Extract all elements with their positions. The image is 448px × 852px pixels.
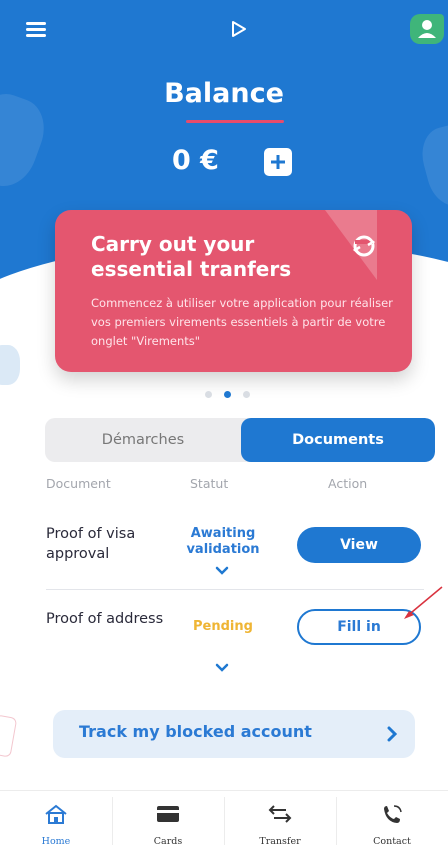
menu-icon[interactable] <box>26 22 46 38</box>
add-funds-button[interactable] <box>264 148 292 176</box>
transfer-icon <box>268 805 292 823</box>
track-label: Track my blocked account <box>79 722 312 741</box>
carousel-indicator <box>205 391 250 399</box>
row-divider <box>46 589 424 590</box>
bottom-navigation: Home Cards Transfer Contact <box>0 790 448 852</box>
carousel-dot-active[interactable] <box>224 391 231 398</box>
chevron-down-icon[interactable] <box>215 663 229 672</box>
nav-label: Home <box>41 836 71 847</box>
column-header-status: Statut <box>190 476 229 491</box>
chevron-right-icon <box>387 726 398 742</box>
balance-title: Balance <box>164 78 284 109</box>
decorative-shape <box>415 118 448 212</box>
decorative-shape <box>0 714 18 758</box>
nav-item-transfer[interactable]: Transfer <box>224 791 336 852</box>
home-icon <box>45 804 67 824</box>
nav-item-cards[interactable]: Cards <box>112 791 224 852</box>
document-status: Awaiting validation <box>186 526 260 557</box>
nav-label: Cards <box>153 836 183 847</box>
annotation-arrow-icon <box>404 586 443 619</box>
view-button[interactable]: View <box>297 527 421 563</box>
nav-item-contact[interactable]: Contact <box>336 791 448 852</box>
tab-demarches[interactable]: Démarches <box>45 418 241 462</box>
nav-label: Contact <box>373 836 411 847</box>
track-blocked-account-banner[interactable]: Track my blocked account <box>53 710 415 758</box>
chevron-down-icon[interactable] <box>215 566 229 575</box>
column-header-action: Action <box>328 476 368 491</box>
decorative-shape <box>0 345 20 385</box>
nav-item-home[interactable]: Home <box>0 791 112 852</box>
balance-amount: 0 € <box>172 145 219 176</box>
profile-avatar-icon[interactable] <box>410 14 444 44</box>
card-icon <box>157 806 179 822</box>
document-name: Proof of visa approval <box>46 526 136 562</box>
tab-documents[interactable]: Documents <box>241 418 435 462</box>
column-header-document: Document <box>46 476 111 491</box>
document-name: Proof of address <box>46 611 164 627</box>
promo-text: Commencez à utiliser votre application p… <box>91 296 393 348</box>
carousel-dot[interactable] <box>205 391 212 398</box>
phone-icon <box>384 805 402 823</box>
promo-title: Carry out your essential tranfers <box>91 232 292 281</box>
transfer-cycle-icon <box>352 235 376 257</box>
document-status: Pending <box>193 619 253 634</box>
plus-icon <box>271 155 285 169</box>
nav-label: Transfer <box>259 836 301 847</box>
brand-logo-icon <box>232 21 246 37</box>
carousel-dot[interactable] <box>243 391 250 398</box>
segmented-tabs: Démarches Documents <box>45 418 435 462</box>
title-underline <box>186 120 284 123</box>
